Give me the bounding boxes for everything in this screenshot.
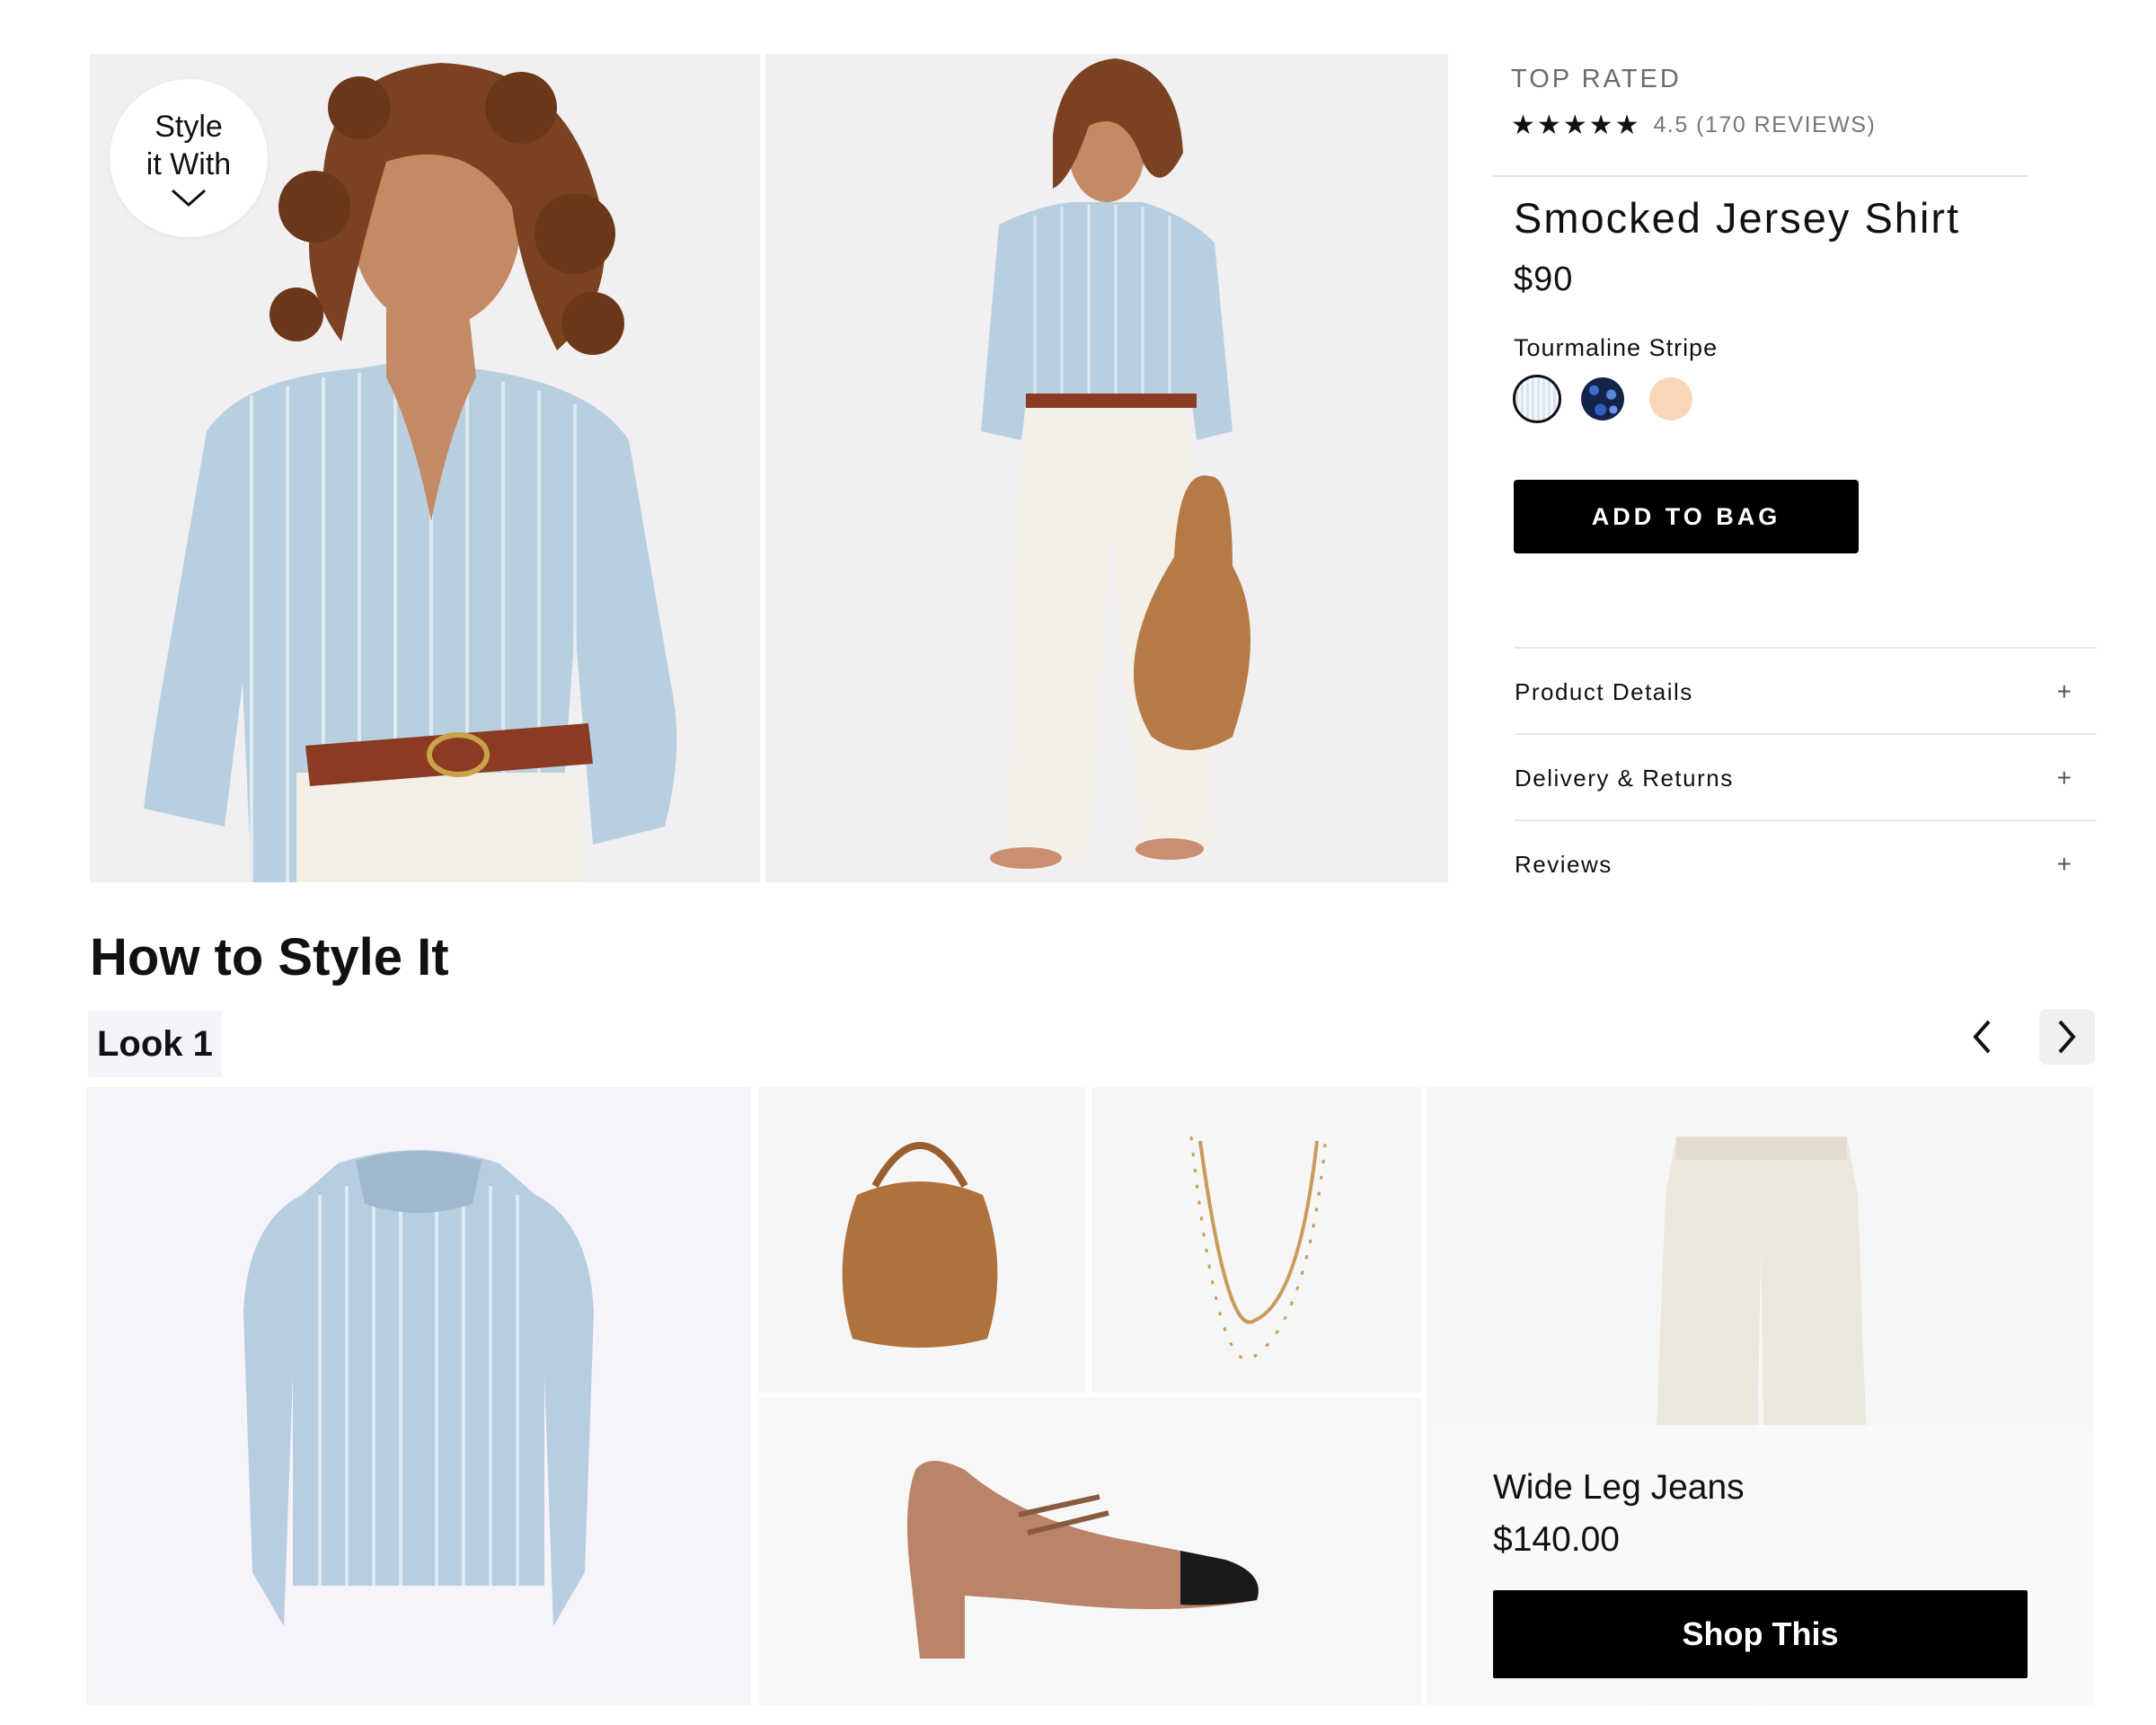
- necklace-image: [1092, 1087, 1421, 1393]
- plus-icon: +: [2056, 677, 2072, 705]
- accordion-label: Delivery & Returns: [1515, 764, 1734, 792]
- color-swatch-navy-floral[interactable]: [1581, 377, 1624, 420]
- look-item-necklace[interactable]: [1092, 1087, 1421, 1393]
- bag-image: [758, 1087, 1085, 1393]
- accordion-label: Reviews: [1515, 850, 1613, 878]
- shirt-image: [86, 1087, 751, 1705]
- look-item-shirt[interactable]: [86, 1087, 751, 1705]
- accordion-product-details[interactable]: Product Details +: [1515, 650, 2072, 733]
- accordion-label: Product Details: [1515, 677, 1693, 705]
- divider: [1515, 647, 2097, 649]
- next-look-button[interactable]: [2039, 1009, 2095, 1065]
- shop-this-button[interactable]: Shop This: [1493, 1590, 2028, 1678]
- featured-item-price: $140.00: [1493, 1520, 1620, 1559]
- look-item-shoe[interactable]: [758, 1398, 1421, 1705]
- section-title: How to Style It: [90, 928, 449, 986]
- color-swatch-peach[interactable]: [1649, 377, 1692, 420]
- rating-summary[interactable]: ★★★★★ 4.5 (170 REVIEWS): [1511, 110, 1876, 141]
- plus-icon: +: [2056, 764, 2072, 792]
- divider: [1493, 175, 2028, 177]
- style-badge-line1: Style: [155, 110, 223, 144]
- accordion-reviews[interactable]: Reviews +: [1515, 823, 2072, 906]
- shoe-image: [758, 1398, 1421, 1705]
- chevron-left-icon: [1973, 1020, 1991, 1054]
- add-to-bag-button[interactable]: ADD TO BAG: [1514, 480, 1859, 553]
- product-title: Smocked Jersey Shirt: [1514, 194, 1961, 242]
- tab-look-1[interactable]: Look 1: [88, 1011, 222, 1077]
- featured-item-name: Wide Leg Jeans: [1493, 1468, 1745, 1507]
- plus-icon: +: [2056, 850, 2072, 878]
- previous-look-button[interactable]: [1954, 1009, 2010, 1065]
- divider: [1515, 733, 2097, 735]
- style-badge-line2: it With: [146, 147, 232, 181]
- chevron-down-icon: [172, 189, 206, 208]
- rating-stars: ★★★★★: [1511, 111, 1641, 140]
- top-rated-label: TOP RATED: [1511, 65, 1682, 93]
- color-swatch-tourmaline-stripe[interactable]: [1513, 375, 1561, 423]
- style-it-with-button[interactable]: Style it With: [110, 79, 268, 237]
- divider: [1515, 819, 2097, 821]
- product-price: $90: [1514, 261, 1574, 298]
- selected-color-name: Tourmaline Stripe: [1514, 334, 1719, 361]
- rating-text: 4.5 (170 REVIEWS): [1653, 112, 1877, 137]
- product-photo-full[interactable]: [765, 54, 1448, 882]
- look-item-bag[interactable]: [758, 1087, 1085, 1393]
- chevron-right-icon: [2058, 1020, 2076, 1054]
- accordion-delivery-returns[interactable]: Delivery & Returns +: [1515, 737, 2072, 819]
